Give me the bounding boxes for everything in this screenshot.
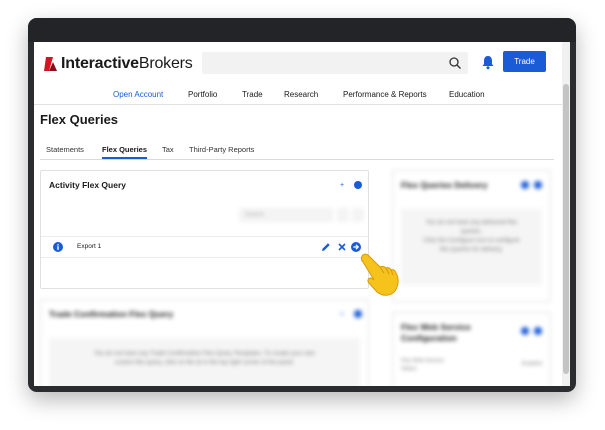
logo-icon	[44, 57, 57, 71]
empty-text-line1: You do not have any Trade Confirmation F…	[93, 351, 315, 357]
delivery-text-line2: queries.	[460, 229, 483, 235]
panel-title-line2: Configuration	[401, 333, 457, 343]
trade-confirmation-panel: Trade Confirmation Flex Query + You do n…	[40, 299, 369, 386]
delivery-text-line4: flex queries for delivery.	[440, 247, 503, 253]
pencil-icon[interactable]	[321, 242, 331, 252]
search-input[interactable]	[202, 52, 468, 74]
header: InteractiveBrokers Trade	[34, 42, 562, 82]
nav-research[interactable]: Research	[284, 90, 318, 99]
search-icon[interactable]	[448, 56, 462, 70]
pointing-hand-icon	[360, 253, 399, 296]
status-label: Flex Web Service Status	[401, 358, 444, 372]
nav-trade[interactable]: Trade	[242, 90, 263, 99]
info-small-icon[interactable]: +	[340, 311, 345, 318]
query-name[interactable]: Export 1	[77, 243, 101, 250]
nav-portfolio[interactable]: Portfolio	[188, 90, 217, 99]
panel-title: Activity Flex Query	[49, 180, 127, 190]
tab-tax[interactable]: Tax	[162, 145, 174, 154]
device-top-bar	[28, 18, 576, 42]
table-row[interactable]: Export 1	[41, 236, 368, 258]
add-query-button[interactable]	[354, 181, 362, 189]
main-nav: Open Account Portfolio Trade Research Pe…	[34, 82, 562, 105]
status-value: Enabled	[521, 361, 542, 367]
empty-state: You do not have any delivered flex queri…	[401, 209, 542, 285]
nav-open-account[interactable]: Open Account	[113, 90, 163, 99]
panel-search-input[interactable]: Search	[239, 208, 333, 222]
panel-title: Flex Queries Delivery	[401, 180, 488, 190]
logo-text: InteractiveBrokers	[61, 55, 193, 72]
logo[interactable]: InteractiveBrokers	[44, 55, 193, 73]
filter-button[interactable]	[337, 208, 349, 222]
panel-title-line1: Flex Web Service	[401, 322, 471, 332]
tab-third-party-reports[interactable]: Third-Party Reports	[189, 145, 254, 154]
tab-bar: Statements Flex Queries Tax Third-Party …	[40, 141, 554, 160]
tab-statements[interactable]: Statements	[46, 145, 84, 154]
panel-title: Trade Confirmation Flex Query	[49, 309, 174, 319]
flex-delivery-panel: Flex Queries Delivery You do not have an…	[392, 170, 551, 302]
add-button[interactable]	[534, 327, 542, 335]
info-icon[interactable]	[53, 242, 63, 252]
info-small-icon[interactable]: +	[340, 182, 345, 189]
empty-state: You do not have any Trade Confirmation F…	[49, 338, 360, 386]
device-frame: InteractiveBrokers Trade Open Account Po…	[28, 18, 576, 392]
close-icon[interactable]	[337, 242, 347, 252]
page-title: Flex Queries	[40, 112, 119, 127]
nav-performance-reports[interactable]: Performance & Reports	[343, 90, 427, 99]
flex-web-service-panel: Flex Web Service Configuration Flex Web …	[392, 312, 551, 386]
scrollbar[interactable]	[562, 42, 570, 386]
add-button[interactable]	[534, 181, 542, 189]
empty-text-line2: custom flex query, click on the ⊕ in the…	[114, 360, 295, 366]
nav-education[interactable]: Education	[449, 90, 485, 99]
arrow-right-circle-icon[interactable]	[351, 242, 361, 252]
browser-screen: InteractiveBrokers Trade Open Account Po…	[34, 42, 570, 386]
settings-button[interactable]	[521, 327, 529, 335]
bell-icon[interactable]	[481, 54, 495, 70]
delivery-text-line3: Click the Configure icon to configure	[423, 238, 520, 244]
search-button[interactable]	[352, 208, 364, 222]
scrollbar-thumb[interactable]	[563, 84, 569, 374]
add-query-button[interactable]	[354, 310, 362, 318]
tab-flex-queries[interactable]: Flex Queries	[102, 145, 148, 159]
panel-title: Flex Web Service Configuration	[401, 322, 471, 344]
activity-flex-query-panel: Activity Flex Query + Search Export 1	[40, 170, 369, 289]
trade-button[interactable]: Trade	[503, 51, 546, 72]
settings-button[interactable]	[521, 181, 529, 189]
delivery-text-line1: You do not have any delivered flex	[425, 220, 518, 226]
